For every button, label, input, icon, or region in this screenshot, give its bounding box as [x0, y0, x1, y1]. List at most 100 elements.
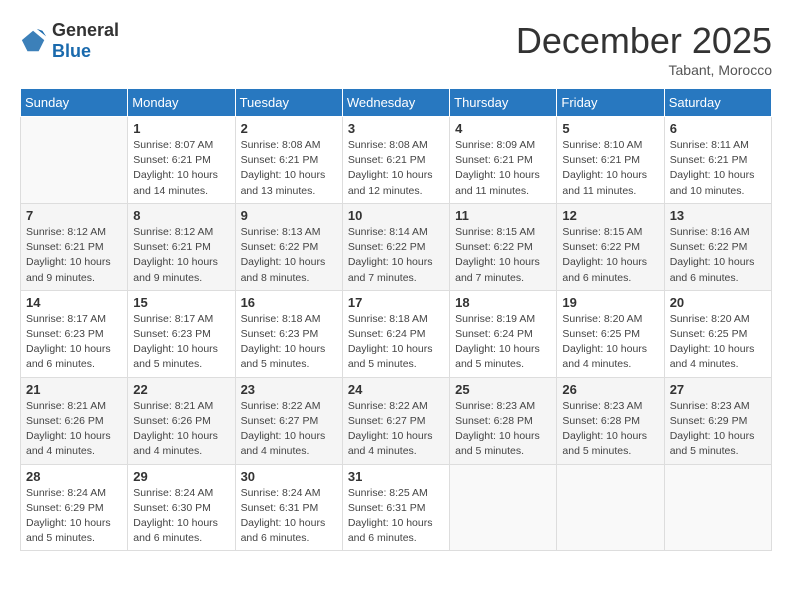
- calendar-cell: 22 Sunrise: 8:21 AMSunset: 6:26 PMDayligh…: [128, 377, 235, 464]
- day-info: Sunrise: 8:18 AMSunset: 6:23 PMDaylight:…: [241, 312, 337, 373]
- calendar-cell: 28Sunrise: 8:24 AMSunset: 6:29 PMDayligh…: [21, 464, 128, 551]
- day-number: 5: [562, 121, 658, 136]
- day-number: 2: [241, 121, 337, 136]
- day-info: Sunrise: 8:14 AMSunset: 6:22 PMDaylight:…: [348, 225, 444, 286]
- calendar-week-row: 28Sunrise: 8:24 AMSunset: 6:29 PMDayligh…: [21, 464, 772, 551]
- day-info: Sunrise: 8:18 AMSunset: 6:24 PMDaylight:…: [348, 312, 444, 373]
- calendar-cell: [664, 464, 771, 551]
- calendar-cell: 25 Sunrise: 8:23 AMSunset: 6:28 PMDayligh…: [450, 377, 557, 464]
- calendar-table: SundayMondayTuesdayWednesdayThursdayFrid…: [20, 88, 772, 551]
- day-info: Sunrise: 8:12 AMSunset: 6:21 PMDaylight:…: [26, 225, 122, 286]
- logo-text: General Blue: [52, 20, 119, 62]
- day-number: 6: [670, 121, 766, 136]
- day-number: 18: [455, 295, 551, 310]
- day-info: Sunrise: 8:21 AMSunset: 6:26 PMDaylight:…: [26, 399, 122, 460]
- day-info: Sunrise: 8:07 AMSunset: 6:21 PMDaylight:…: [133, 138, 229, 199]
- day-number: 27: [670, 382, 766, 397]
- day-info: Sunrise: 8:23 AMSunset: 6:28 PMDaylight:…: [562, 399, 658, 460]
- day-header-friday: Friday: [557, 89, 664, 117]
- day-number: 17: [348, 295, 444, 310]
- logo: General Blue: [20, 20, 119, 62]
- day-info: Sunrise: 8:22 AMSunset: 6:27 PMDaylight:…: [241, 399, 337, 460]
- day-number: 7: [26, 208, 122, 223]
- logo-general: General: [52, 20, 119, 40]
- calendar-cell: 1Sunrise: 8:07 AMSunset: 6:21 PMDaylight…: [128, 117, 235, 204]
- calendar-header-row: SundayMondayTuesdayWednesdayThursdayFrid…: [21, 89, 772, 117]
- calendar-cell: [450, 464, 557, 551]
- day-number: 19: [562, 295, 658, 310]
- calendar-cell: 4 Sunrise: 8:09 AMSunset: 6:21 PMDaylight…: [450, 117, 557, 204]
- day-info: Sunrise: 8:08 AMSunset: 6:21 PMDaylight:…: [348, 138, 444, 199]
- day-info: Sunrise: 8:11 AMSunset: 6:21 PMDaylight:…: [670, 138, 766, 199]
- calendar-cell: 21 Sunrise: 8:21 AMSunset: 6:26 PMDayligh…: [21, 377, 128, 464]
- day-number: 13: [670, 208, 766, 223]
- day-number: 15: [133, 295, 229, 310]
- day-number: 8: [133, 208, 229, 223]
- day-info: Sunrise: 8:24 AMSunset: 6:31 PMDaylight:…: [241, 486, 337, 547]
- calendar-week-row: 21 Sunrise: 8:21 AMSunset: 6:26 PMDayligh…: [21, 377, 772, 464]
- day-info: Sunrise: 8:15 AMSunset: 6:22 PMDaylight:…: [562, 225, 658, 286]
- day-number: 24: [348, 382, 444, 397]
- day-info: Sunrise: 8:23 AMSunset: 6:29 PMDaylight:…: [670, 399, 766, 460]
- calendar-week-row: 7 Sunrise: 8:12 AMSunset: 6:21 PMDaylight…: [21, 203, 772, 290]
- day-number: 9: [241, 208, 337, 223]
- calendar-cell: 13 Sunrise: 8:16 AMSunset: 6:22 PMDayligh…: [664, 203, 771, 290]
- day-number: 23: [241, 382, 337, 397]
- day-number: 14: [26, 295, 122, 310]
- day-info: Sunrise: 8:20 AMSunset: 6:25 PMDaylight:…: [670, 312, 766, 373]
- logo-icon: [20, 27, 48, 55]
- calendar-cell: 20Sunrise: 8:20 AMSunset: 6:25 PMDayligh…: [664, 290, 771, 377]
- day-info: Sunrise: 8:09 AMSunset: 6:21 PMDaylight:…: [455, 138, 551, 199]
- day-number: 3: [348, 121, 444, 136]
- day-header-saturday: Saturday: [664, 89, 771, 117]
- calendar-cell: [21, 117, 128, 204]
- day-info: Sunrise: 8:08 AMSunset: 6:21 PMDaylight:…: [241, 138, 337, 199]
- page-header: General Blue December 2025 Tabant, Moroc…: [20, 20, 772, 78]
- calendar-cell: 18Sunrise: 8:19 AMSunset: 6:24 PMDayligh…: [450, 290, 557, 377]
- day-header-tuesday: Tuesday: [235, 89, 342, 117]
- calendar-cell: 24 Sunrise: 8:22 AMSunset: 6:27 PMDayligh…: [342, 377, 449, 464]
- day-info: Sunrise: 8:24 AMSunset: 6:29 PMDaylight:…: [26, 486, 122, 547]
- day-number: 4: [455, 121, 551, 136]
- calendar-week-row: 14 Sunrise: 8:17 AMSunset: 6:23 PMDayligh…: [21, 290, 772, 377]
- calendar-cell: 8 Sunrise: 8:12 AMSunset: 6:21 PMDaylight…: [128, 203, 235, 290]
- day-header-sunday: Sunday: [21, 89, 128, 117]
- day-number: 11: [455, 208, 551, 223]
- day-info: Sunrise: 8:22 AMSunset: 6:27 PMDaylight:…: [348, 399, 444, 460]
- day-header-wednesday: Wednesday: [342, 89, 449, 117]
- calendar-cell: 11 Sunrise: 8:15 AMSunset: 6:22 PMDayligh…: [450, 203, 557, 290]
- day-header-monday: Monday: [128, 89, 235, 117]
- calendar-cell: 6 Sunrise: 8:11 AMSunset: 6:21 PMDaylight…: [664, 117, 771, 204]
- location: Tabant, Morocco: [516, 62, 772, 78]
- calendar-cell: 17 Sunrise: 8:18 AMSunset: 6:24 PMDayligh…: [342, 290, 449, 377]
- calendar-cell: 5Sunrise: 8:10 AMSunset: 6:21 PMDaylight…: [557, 117, 664, 204]
- calendar-cell: 15Sunrise: 8:17 AMSunset: 6:23 PMDayligh…: [128, 290, 235, 377]
- day-number: 30: [241, 469, 337, 484]
- logo-blue: Blue: [52, 41, 91, 61]
- title-block: December 2025 Tabant, Morocco: [516, 20, 772, 78]
- day-info: Sunrise: 8:20 AMSunset: 6:25 PMDaylight:…: [562, 312, 658, 373]
- day-info: Sunrise: 8:24 AMSunset: 6:30 PMDaylight:…: [133, 486, 229, 547]
- calendar-cell: 23 Sunrise: 8:22 AMSunset: 6:27 PMDayligh…: [235, 377, 342, 464]
- day-number: 22: [133, 382, 229, 397]
- day-info: Sunrise: 8:17 AMSunset: 6:23 PMDaylight:…: [26, 312, 122, 373]
- day-info: Sunrise: 8:12 AMSunset: 6:21 PMDaylight:…: [133, 225, 229, 286]
- day-header-thursday: Thursday: [450, 89, 557, 117]
- calendar-cell: 14 Sunrise: 8:17 AMSunset: 6:23 PMDayligh…: [21, 290, 128, 377]
- day-info: Sunrise: 8:23 AMSunset: 6:28 PMDaylight:…: [455, 399, 551, 460]
- calendar-cell: 10Sunrise: 8:14 AMSunset: 6:22 PMDayligh…: [342, 203, 449, 290]
- calendar-cell: [557, 464, 664, 551]
- day-info: Sunrise: 8:21 AMSunset: 6:26 PMDaylight:…: [133, 399, 229, 460]
- day-number: 25: [455, 382, 551, 397]
- calendar-cell: 31Sunrise: 8:25 AMSunset: 6:31 PMDayligh…: [342, 464, 449, 551]
- day-number: 21: [26, 382, 122, 397]
- day-info: Sunrise: 8:16 AMSunset: 6:22 PMDaylight:…: [670, 225, 766, 286]
- calendar-week-row: 1Sunrise: 8:07 AMSunset: 6:21 PMDaylight…: [21, 117, 772, 204]
- calendar-cell: 16Sunrise: 8:18 AMSunset: 6:23 PMDayligh…: [235, 290, 342, 377]
- day-info: Sunrise: 8:15 AMSunset: 6:22 PMDaylight:…: [455, 225, 551, 286]
- calendar-cell: 12Sunrise: 8:15 AMSunset: 6:22 PMDayligh…: [557, 203, 664, 290]
- calendar-cell: 7 Sunrise: 8:12 AMSunset: 6:21 PMDaylight…: [21, 203, 128, 290]
- day-number: 26: [562, 382, 658, 397]
- day-info: Sunrise: 8:13 AMSunset: 6:22 PMDaylight:…: [241, 225, 337, 286]
- calendar-cell: 9 Sunrise: 8:13 AMSunset: 6:22 PMDaylight…: [235, 203, 342, 290]
